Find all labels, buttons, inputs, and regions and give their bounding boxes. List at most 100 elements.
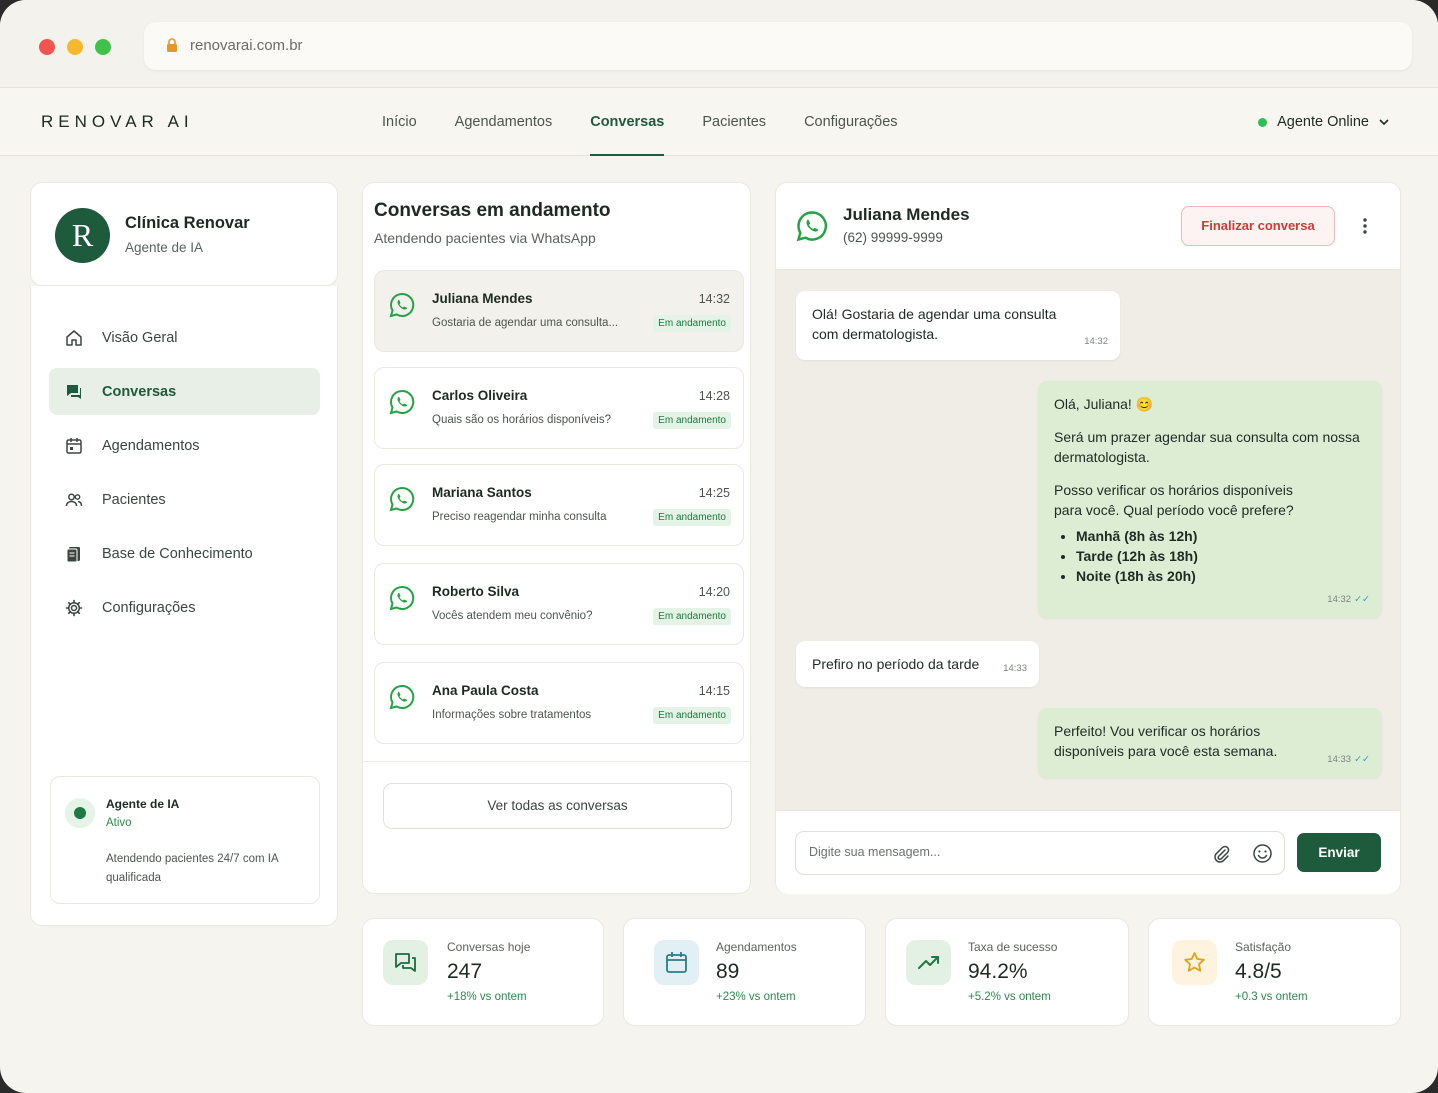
sidebar-item-configuracoes[interactable]: Configurações xyxy=(49,584,320,631)
attach-icon[interactable] xyxy=(1211,844,1231,864)
close-window-button[interactable] xyxy=(39,39,55,55)
stat-label: Satisfação xyxy=(1235,940,1292,954)
home-icon xyxy=(66,329,82,346)
conversation-time: 14:20 xyxy=(698,585,730,599)
more-options-icon[interactable] xyxy=(1356,216,1374,236)
stat-label: Taxa de sucesso xyxy=(968,940,1058,954)
status-badge: Em andamento xyxy=(653,608,731,625)
conversation-time: 14:25 xyxy=(698,486,730,500)
stat-delta: +0.3 vs ontem xyxy=(1235,991,1308,1003)
agent-status-label: Agente Online xyxy=(1277,114,1369,130)
sidebar-item-label: Configurações xyxy=(102,599,196,616)
status-badge: Em andamento xyxy=(653,509,731,526)
nav-conversas[interactable]: Conversas xyxy=(590,88,665,156)
app-logo[interactable]: RENOVAR AI xyxy=(41,112,194,132)
conversation-item[interactable]: Carlos Oliveira 14:28 Quais são os horár… xyxy=(374,367,744,449)
agent-status-card: Agente de IA Ativo Atendendo pacientes 2… xyxy=(50,776,320,904)
message-input[interactable] xyxy=(809,845,1189,859)
message-time: 14:33 xyxy=(1327,754,1352,765)
message-time: 14:33 xyxy=(1003,663,1027,674)
conversation-preview: Informações sobre tratamentos xyxy=(432,709,592,721)
conversation-item[interactable]: Roberto Silva 14:20 Vocês atendem meu co… xyxy=(374,563,744,645)
stat-card-conversations: Conversas hoje 247 +18% vs ontem xyxy=(362,918,604,1026)
stat-card-satisfaction: Satisfação 4.8/5 +0.3 vs ontem xyxy=(1148,918,1401,1026)
nav-links: Início Agendamentos Conversas Pacientes … xyxy=(382,88,936,156)
message-greeting: Olá, Juliana! 😊 xyxy=(1054,396,1154,412)
divider xyxy=(363,761,752,762)
whatsapp-icon xyxy=(389,684,415,710)
period-option: Manhã (8h às 12h) xyxy=(1076,526,1366,546)
conversation-name: Ana Paula Costa xyxy=(432,683,539,698)
lock-icon xyxy=(167,38,177,52)
whatsapp-icon xyxy=(389,585,415,611)
outgoing-message: Perfeito! Vou verificar os horários disp… xyxy=(1038,708,1382,778)
message-text: Olá! Gostaria de agendar uma consulta co… xyxy=(812,306,1057,342)
agent-status-dropdown[interactable]: Agente Online xyxy=(1258,114,1390,130)
stat-value: 89 xyxy=(716,960,740,983)
minimize-window-button[interactable] xyxy=(67,39,83,55)
conversation-preview: Quais são os horários disponíveis? xyxy=(432,414,611,426)
nav-agendamentos[interactable]: Agendamentos xyxy=(455,88,553,156)
contact-name: Juliana Mendes xyxy=(843,205,970,224)
conversation-time: 14:15 xyxy=(698,684,730,698)
see-all-conversations-button[interactable]: Ver todas as conversas xyxy=(383,783,732,829)
whatsapp-icon xyxy=(389,486,415,512)
conversation-preview: Preciso reagendar minha consulta xyxy=(432,511,607,523)
book-icon xyxy=(66,546,80,562)
read-receipt-icon: ✓✓ xyxy=(1354,594,1370,605)
nav-configuracoes[interactable]: Configurações xyxy=(804,88,898,156)
chat-icon xyxy=(67,384,81,399)
agent-card-state: Ativo xyxy=(106,817,132,829)
period-option: Noite (18h às 20h) xyxy=(1076,566,1366,586)
chevron-down-icon xyxy=(1379,119,1389,126)
sidebar-item-label: Visão Geral xyxy=(102,329,178,346)
top-navigation: RENOVAR AI Início Agendamentos Conversas… xyxy=(0,88,1438,156)
emoji-icon[interactable] xyxy=(1252,843,1273,864)
clinic-avatar: R xyxy=(55,208,110,263)
conversation-item[interactable]: Juliana Mendes 14:32 Gostaria de agendar… xyxy=(374,270,744,352)
sidebar-item-base-conhecimento[interactable]: Base de Conhecimento xyxy=(49,530,320,577)
maximize-window-button[interactable] xyxy=(95,39,111,55)
agent-card-description: Atendendo pacientes 24/7 com IA qualific… xyxy=(106,853,278,884)
finish-conversation-button[interactable]: Finalizar conversa xyxy=(1181,206,1335,246)
message-text: Será um prazer agendar sua consulta com … xyxy=(1054,429,1360,465)
sidebar-item-label: Conversas xyxy=(102,383,177,400)
status-badge: Em andamento xyxy=(653,315,731,332)
period-option: Tarde (12h às 18h) xyxy=(1076,546,1366,566)
conversations-title: Conversas em andamento xyxy=(374,200,611,221)
conversations-panel: Conversas em andamento Atendendo pacient… xyxy=(362,182,752,894)
sidebar-item-conversas[interactable]: Conversas xyxy=(49,368,320,415)
message-time-wrapper: 14:32 ✓✓ xyxy=(1327,590,1370,610)
stat-card-success-rate: Taxa de sucesso 94.2% +5.2% vs ontem xyxy=(885,918,1129,1026)
stat-value: 94.2% xyxy=(968,960,1028,983)
sidebar-item-label: Pacientes xyxy=(102,491,166,508)
message-time: 14:32 xyxy=(1327,594,1352,605)
incoming-message: Prefiro no período da tarde 14:33 xyxy=(796,641,1039,687)
conversation-item[interactable]: Mariana Santos 14:25 Preciso reagendar m… xyxy=(374,464,744,546)
nav-inicio[interactable]: Início xyxy=(382,88,417,156)
stat-card-appointments: Agendamentos 89 +23% vs ontem xyxy=(623,918,866,1026)
chat-header: Juliana Mendes (62) 99999-9999 Finalizar… xyxy=(776,183,1400,270)
chat-bubbles-icon xyxy=(395,953,416,972)
sidebar-item-visao-geral[interactable]: Visão Geral xyxy=(49,314,320,361)
sidebar-item-pacientes[interactable]: Pacientes xyxy=(49,476,320,523)
message-list: Olá! Gostaria de agendar uma consulta co… xyxy=(776,270,1400,810)
whatsapp-icon xyxy=(796,211,828,242)
address-bar[interactable]: renovarai.com.br xyxy=(144,22,1412,70)
users-icon xyxy=(65,493,83,506)
star-icon xyxy=(1184,952,1205,972)
status-badge: Em andamento xyxy=(653,412,731,429)
contact-phone: (62) 99999-9999 xyxy=(843,230,943,245)
nav-pacientes[interactable]: Pacientes xyxy=(702,88,766,156)
send-button[interactable]: Enviar xyxy=(1297,833,1381,872)
conversation-time: 14:32 xyxy=(698,292,730,306)
sidebar-item-label: Agendamentos xyxy=(102,437,200,454)
online-indicator xyxy=(1258,117,1268,127)
whatsapp-icon xyxy=(389,292,415,318)
clinic-card: R Clínica Renovar Agente de IA xyxy=(30,182,338,286)
conversation-item[interactable]: Ana Paula Costa 14:15 Informações sobre … xyxy=(374,662,744,744)
conversation-name: Carlos Oliveira xyxy=(432,388,528,403)
sidebar-item-agendamentos[interactable]: Agendamentos xyxy=(49,422,320,469)
stat-label: Conversas hoje xyxy=(447,940,531,954)
browser-window: renovarai.com.br RENOVAR AI Início Agend… xyxy=(0,0,1438,1093)
